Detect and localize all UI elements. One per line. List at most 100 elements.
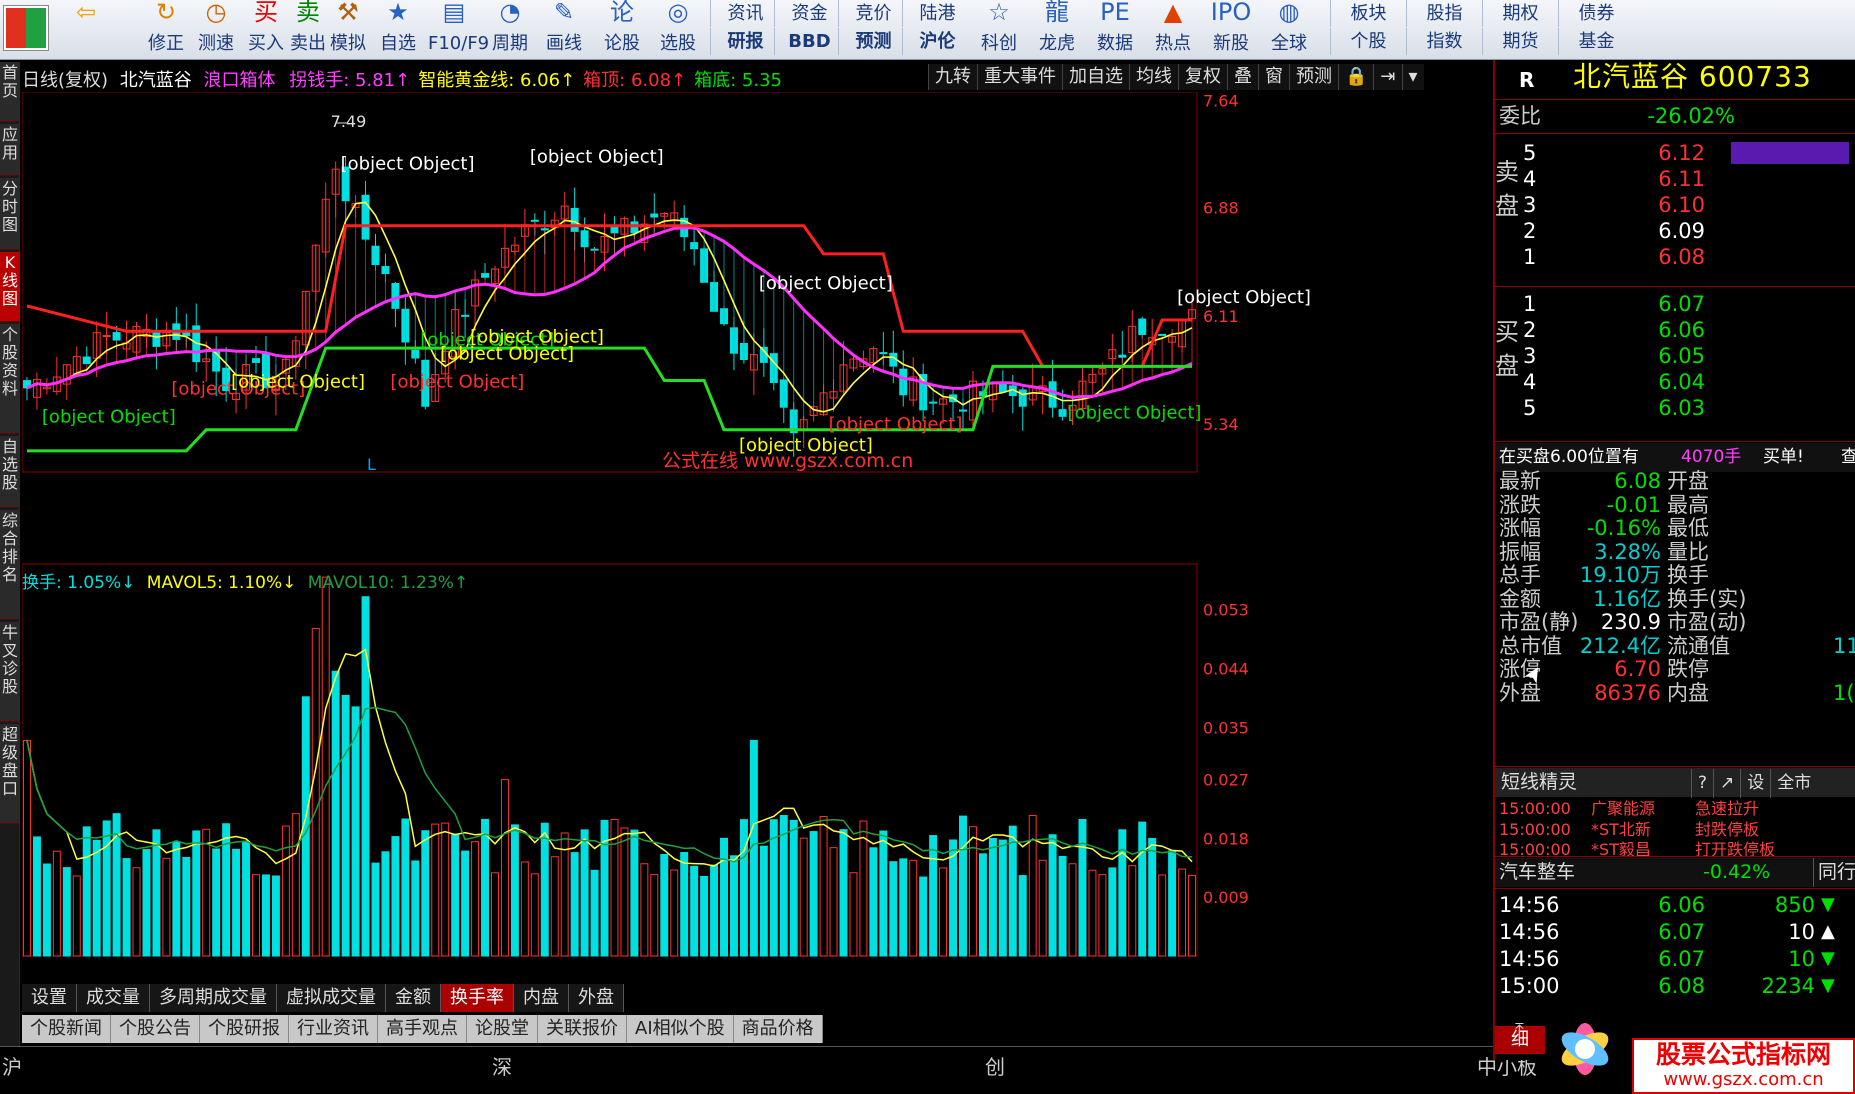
leftnav-item-5[interactable]: 自选股 (0, 436, 20, 508)
bid-row[interactable]: 3 6.05 (1495, 343, 1855, 369)
info-tab-3[interactable]: 行业资讯 (289, 1015, 378, 1043)
toolbar-grid2-top-3[interactable]: 债券 (1558, 0, 1634, 27)
toolbar-pe-button[interactable]: PE 数据 (1088, 0, 1142, 58)
leftnav-item-2[interactable]: 分时图 (0, 178, 20, 250)
status-cy[interactable]: 创 (985, 1051, 1005, 1080)
toolbar-clock-button[interactable]: ◷ 测速 (190, 0, 242, 58)
app-logo-icon[interactable] (4, 6, 48, 50)
expand-icon[interactable]: ⇥ (1373, 64, 1402, 90)
info-tab-6[interactable]: 关联报价 (538, 1015, 627, 1043)
site-logo: 股票公式指标网 www.gszx.com.cn (1540, 1000, 1855, 1094)
toolbar-refresh-button[interactable]: ↻ 修正 (140, 0, 192, 58)
info-tab-8[interactable]: 商品价格 (733, 1015, 823, 1043)
toolbar-grid2-top-2[interactable]: 期权 (1482, 0, 1558, 27)
toolbar-grid-top-3[interactable]: 陆港 (902, 0, 972, 27)
indicator-tab-4[interactable]: 金额 (386, 984, 441, 1012)
toolbar-globe-button[interactable]: ◍ 全球 (1262, 0, 1316, 58)
toolbar-f10-button[interactable]: ▤ F10/F9 (428, 0, 489, 58)
toolbar-grid-bottom-1[interactable]: BBD (774, 28, 844, 55)
toolbar-grid2-bottom-2[interactable]: 期货 (1482, 28, 1558, 55)
info-tab-7[interactable]: AI相似个股 (627, 1015, 734, 1043)
leftnav-item-1[interactable]: 应用 (0, 124, 20, 176)
toolbar-back-arrow-button[interactable]: ⇦ (60, 0, 112, 58)
status-sh[interactable]: 沪 (2, 1051, 22, 1080)
chart-tool-2[interactable]: 加自选 (1062, 64, 1129, 90)
elf-btn-2[interactable]: 设 (1740, 769, 1770, 798)
toolbar-grid2-bottom-0[interactable]: 个股 (1330, 28, 1406, 55)
indicator-tab-7[interactable]: 外盘 (569, 984, 624, 1012)
elf-btn-1[interactable]: ↗ (1713, 769, 1740, 798)
leftnav-item-0[interactable]: 首页 (0, 62, 20, 122)
toolbar-ipo-button[interactable]: IPO 新股 (1204, 0, 1258, 58)
indicator-tab-5[interactable]: 换手率 (441, 984, 514, 1012)
pin-icon[interactable]: ⤒ (1515, 1018, 1524, 1042)
indicator-tab-6[interactable]: 内盘 (514, 984, 569, 1012)
info-tab-4[interactable]: 高手观点 (378, 1015, 467, 1043)
chart-tool-3[interactable]: 均线 (1129, 64, 1178, 90)
toolbar-grid2-bottom-3[interactable]: 基金 (1558, 28, 1634, 55)
leftnav-item-6[interactable]: 综合排名 (0, 510, 20, 620)
elf-row[interactable]: 15:00:00 *ST毅昌 打开跌停板 (1495, 840, 1855, 860)
info-tab-1[interactable]: 个股公告 (111, 1015, 200, 1043)
toolbar-grid-bottom-3[interactable]: 沪伦 (902, 28, 972, 55)
indicator-tab-0[interactable]: 设置 (22, 984, 77, 1012)
leftnav-item-7[interactable]: 牛叉诊股 (0, 622, 20, 722)
notice-extra[interactable]: 查 (1841, 443, 1855, 472)
ask-row[interactable]: 1 6.08 (1495, 244, 1855, 270)
indicator-tab-2[interactable]: 多周期成交量 (150, 984, 277, 1012)
toolbar-discuss-button[interactable]: 论论股 (596, 0, 648, 58)
chart-tool-4[interactable]: 复权 (1178, 64, 1227, 90)
toolbar-star-button[interactable]: ★ 自选 (372, 0, 424, 58)
chart-tool-6[interactable]: 窗 (1258, 64, 1289, 90)
toolbar-grid2-top-1[interactable]: 股指 (1406, 0, 1482, 27)
toolbar-grid-top-1[interactable]: 资金 (774, 0, 844, 27)
chart-tool-7[interactable]: 预测 (1289, 64, 1338, 90)
period-label[interactable]: 日线(复权) (22, 70, 108, 91)
toolbar-select-button[interactable]: ◎ 选股 (652, 0, 704, 58)
toolbar-hammer-button[interactable]: ⚒ 模拟 (322, 0, 374, 58)
bid-row[interactable]: 2 6.06 (1495, 317, 1855, 343)
ask-row[interactable]: 4 6.11 (1495, 166, 1855, 192)
info-tab-5[interactable]: 论股堂 (467, 1015, 538, 1043)
chart-tool-5[interactable]: 叠 (1227, 64, 1258, 90)
indicator-value-1: 智能黄金线: 6.06↑ (418, 70, 576, 91)
leftnav-item-8[interactable]: 超级盘口 (0, 724, 20, 824)
toolbar-grid-bottom-0[interactable]: 研报 (710, 28, 780, 55)
indicator-name[interactable]: 浪口箱体 (204, 70, 276, 91)
lock-icon[interactable]: 🔒 (1338, 64, 1374, 90)
elf-row[interactable]: 15:00:00 *ST北新 封跌停板 (1495, 820, 1855, 840)
info-tab-2[interactable]: 个股研报 (200, 1015, 289, 1043)
toolbar-star-board-button[interactable]: ☆ 科创 (972, 0, 1026, 58)
indicator-tab-1[interactable]: 成交量 (77, 984, 150, 1012)
sector-name[interactable]: 汽车整车 (1499, 858, 1575, 887)
leftnav-item-3[interactable]: K线图 (0, 252, 20, 322)
sector-compare-button[interactable]: 同行比 (1813, 858, 1855, 887)
toolbar-grid2-bottom-1[interactable]: 指数 (1406, 28, 1482, 55)
ask-row[interactable]: 2 6.09 (1495, 218, 1855, 244)
toolbar-grid-bottom-2[interactable]: 预测 (838, 28, 908, 55)
tick-row: 14:56 6.06 850 ▼ (1495, 892, 1855, 918)
info-tab-0[interactable]: 个股新闻 (22, 1015, 111, 1043)
dropdown-icon[interactable]: ▾ (1401, 64, 1424, 90)
bid-row[interactable]: 5 6.03 (1495, 395, 1855, 421)
ask-row[interactable]: 3 6.10 (1495, 192, 1855, 218)
bid-row[interactable]: 4 6.04 (1495, 369, 1855, 395)
leftnav-item-4[interactable]: 个股资料 (0, 324, 20, 434)
toolbar-pen-button[interactable]: ✎ 画线 (538, 0, 590, 58)
chart-tool-1[interactable]: 重大事件 (977, 64, 1062, 90)
toolbar-grid-top-2[interactable]: 竞价 (838, 0, 908, 27)
toolbar-hot-button[interactable]: ▲ 热点 (1146, 0, 1200, 58)
toolbar-dragon-button[interactable]: 龍龙虎 (1030, 0, 1084, 58)
elf-btn-0[interactable]: ? (1691, 769, 1713, 798)
toolbar-period-button[interactable]: ◔ 周期 (484, 0, 536, 58)
elf-row[interactable]: 15:00:00 广聚能源 急速拉升 (1495, 799, 1855, 819)
ask-row[interactable]: 5 6.12 (1495, 140, 1855, 166)
status-sz[interactable]: 深 (492, 1051, 512, 1080)
bid-row[interactable]: 1 6.07 (1495, 291, 1855, 317)
indicator-tab-3[interactable]: 虚拟成交量 (277, 984, 386, 1012)
toolbar-grid2-top-0[interactable]: 板块 (1330, 0, 1406, 27)
elf-btn-3[interactable]: 全市 (1770, 769, 1817, 798)
toolbar-grid-top-0[interactable]: 资讯 (710, 0, 780, 27)
turnover-bar (192, 830, 201, 957)
chart-tool-0[interactable]: 九转 (928, 64, 977, 90)
